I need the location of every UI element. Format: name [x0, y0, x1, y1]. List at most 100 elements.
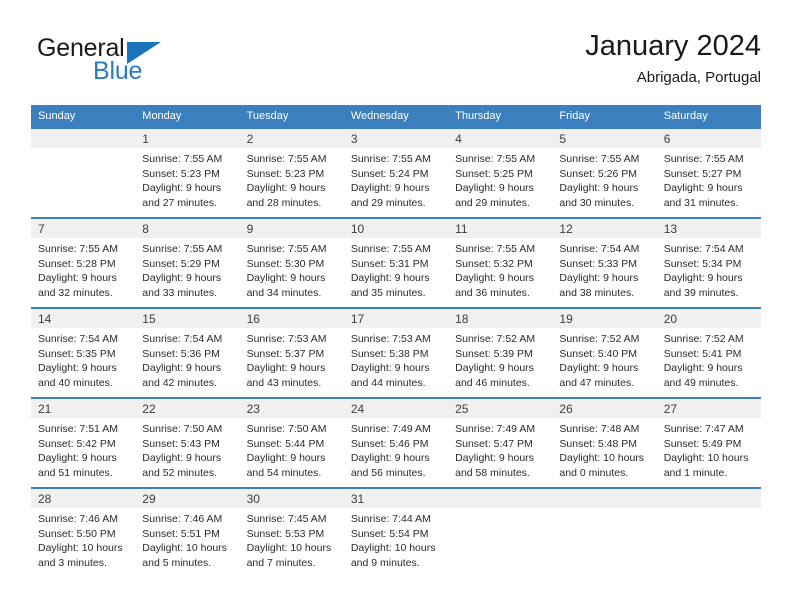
day-number: 3: [343, 129, 449, 148]
day-details: Sunrise: 7:54 AM Sunset: 5:33 PM Daylight:…: [552, 238, 656, 300]
calendar-day-cell[interactable]: 9 Sunrise: 7:55 AM Sunset: 5:30 PM Daylight…: [239, 217, 344, 308]
sunset-time: Sunset: 5:42 PM: [38, 437, 116, 450]
sunset-time: Sunset: 5:48 PM: [559, 437, 638, 450]
calendar-day-cell[interactable]: 20 Sunrise: 7:52 AM Sunset: 5:41 PM Dayligh…: [656, 307, 761, 398]
sunset-time: Sunset: 5:46 PM: [350, 437, 429, 450]
calendar-day-cell[interactable]: 3 Sunrise: 7:55 AM Sunset: 5:24 PM Daylight…: [343, 127, 449, 218]
day-cell-inner: 7 Sunrise: 7:55 AM Sunset: 5:28 PM Daylight…: [31, 219, 136, 307]
daylight-duration: Daylight: 9 hours and 27 minutes.: [142, 182, 222, 209]
calendar-day-cell[interactable]: 17 Sunrise: 7:53 AM Sunset: 5:38 PM Dayligh…: [343, 307, 449, 398]
calendar-day-cell[interactable]: 10 Sunrise: 7:55 AM Sunset: 5:31 PM Dayligh…: [343, 217, 449, 308]
calendar-day-cell[interactable]: 14 Sunrise: 7:54 AM Sunset: 5:35 PM Dayligh…: [31, 307, 136, 398]
daylight-duration: Daylight: 9 hours and 30 minutes.: [559, 182, 639, 209]
calendar-day-cell[interactable]: 11 Sunrise: 7:55 AM Sunset: 5:32 PM Dayligh…: [448, 217, 553, 308]
day-details: Sunrise: 7:54 AM Sunset: 5:36 PM Daylight:…: [135, 328, 239, 390]
calendar-day-cell[interactable]: 2 Sunrise: 7:55 AM Sunset: 5:23 PM Daylight…: [239, 127, 344, 218]
day-number: 31: [343, 489, 449, 508]
sunrise-time: Sunrise: 7:55 AM: [455, 153, 536, 165]
calendar-day-cell[interactable]: 6 Sunrise: 7:55 AM Sunset: 5:27 PM Daylight…: [656, 127, 761, 218]
calendar-day-cell[interactable]: 23 Sunrise: 7:50 AM Sunset: 5:44 PM Dayligh…: [239, 397, 344, 488]
day-cell-inner: 19 Sunrise: 7:52 AM Sunset: 5:40 PM Dayligh…: [552, 309, 657, 397]
title-block: January 2024 Abrigada, Portugal: [585, 28, 761, 89]
day-details: Sunrise: 7:55 AM Sunset: 5:31 PM Daylight:…: [344, 238, 448, 300]
day-number: 10: [343, 219, 449, 238]
sunset-time: Sunset: 5:53 PM: [246, 527, 325, 540]
calendar-day-cell[interactable]: 31 Sunrise: 7:44 AM Sunset: 5:54 PM Dayligh…: [343, 487, 449, 577]
calendar-day-cell[interactable]: 19 Sunrise: 7:52 AM Sunset: 5:40 PM Dayligh…: [552, 307, 657, 398]
calendar-day-cell[interactable]: 28 Sunrise: 7:46 AM Sunset: 5:50 PM Dayligh…: [31, 487, 136, 577]
calendar-day-cell[interactable]: 4 Sunrise: 7:55 AM Sunset: 5:25 PM Daylight…: [448, 127, 553, 218]
location-subtitle: Abrigada, Portugal: [636, 69, 761, 86]
day-details: Sunrise: 7:55 AM Sunset: 5:25 PM Daylight:…: [448, 148, 552, 210]
day-details: Sunrise: 7:44 AM Sunset: 5:54 PM Daylight:…: [344, 508, 448, 570]
calendar-day-cell[interactable]: 16 Sunrise: 7:53 AM Sunset: 5:37 PM Dayligh…: [239, 307, 344, 398]
calendar-day-cell[interactable]: 30 Sunrise: 7:45 AM Sunset: 5:53 PM Dayligh…: [239, 487, 344, 577]
day-details: Sunrise: 7:55 AM Sunset: 5:30 PM Daylight:…: [240, 238, 344, 300]
sunset-time: Sunset: 5:38 PM: [350, 347, 429, 360]
weekday-header-friday: Friday: [552, 105, 657, 128]
day-number: 19: [552, 309, 657, 328]
sunrise-time: Sunrise: 7:52 AM: [559, 333, 640, 345]
sunset-time: Sunset: 5:50 PM: [38, 527, 116, 540]
weekday-header-wednesday: Wednesday: [343, 105, 449, 128]
day-cell-inner: 20 Sunrise: 7:52 AM Sunset: 5:41 PM Dayligh…: [656, 309, 761, 397]
day-cell-inner: 27 Sunrise: 7:47 AM Sunset: 5:49 PM Dayligh…: [656, 399, 761, 487]
calendar-week-row: 14 Sunrise: 7:54 AM Sunset: 5:35 PM Dayligh…: [31, 307, 761, 398]
day-number: [552, 489, 657, 508]
calendar-day-cell[interactable]: 1 Sunrise: 7:55 AM Sunset: 5:23 PM Daylight…: [135, 127, 240, 218]
brand-logo[interactable]: General Blue: [31, 34, 261, 90]
day-details: Sunrise: 7:54 AM Sunset: 5:34 PM Daylight:…: [657, 238, 761, 300]
calendar-day-cell[interactable]: 22 Sunrise: 7:50 AM Sunset: 5:43 PM Dayligh…: [135, 397, 240, 488]
day-number: 8: [135, 219, 240, 238]
calendar-day-cell[interactable]: 24 Sunrise: 7:49 AM Sunset: 5:46 PM Dayligh…: [343, 397, 449, 488]
day-number: 5: [552, 129, 657, 148]
daylight-duration: Daylight: 9 hours and 36 minutes.: [455, 272, 534, 299]
day-number: 16: [239, 309, 344, 328]
day-number: 17: [343, 309, 449, 328]
sunrise-time: Sunrise: 7:54 AM: [38, 333, 118, 345]
sunrise-time: Sunrise: 7:55 AM: [350, 243, 431, 255]
daylight-duration: Daylight: 9 hours and 42 minutes.: [142, 362, 222, 389]
sunrise-time: Sunrise: 7:55 AM: [663, 153, 744, 165]
day-details: Sunrise: 7:47 AM Sunset: 5:49 PM Daylight:…: [657, 418, 761, 480]
calendar-day-cell[interactable]: 27 Sunrise: 7:47 AM Sunset: 5:49 PM Dayligh…: [656, 397, 761, 488]
daylight-duration: Daylight: 9 hours and 44 minutes.: [350, 362, 430, 389]
day-cell-inner: 16 Sunrise: 7:53 AM Sunset: 5:37 PM Dayligh…: [239, 309, 344, 397]
calendar-day-cell[interactable]: 15 Sunrise: 7:54 AM Sunset: 5:36 PM Dayligh…: [135, 307, 240, 398]
day-number: 22: [135, 399, 240, 418]
calendar-day-cell[interactable]: 25 Sunrise: 7:49 AM Sunset: 5:47 PM Dayligh…: [448, 397, 553, 488]
calendar-day-cell[interactable]: 26 Sunrise: 7:48 AM Sunset: 5:48 PM Dayligh…: [552, 397, 657, 488]
calendar-day-cell[interactable]: 13 Sunrise: 7:54 AM Sunset: 5:34 PM Dayligh…: [656, 217, 761, 308]
daylight-duration: Daylight: 10 hours and 7 minutes.: [246, 542, 332, 569]
page-title: January 2024: [585, 30, 761, 62]
day-cell-inner: 28 Sunrise: 7:46 AM Sunset: 5:50 PM Dayligh…: [31, 489, 136, 577]
day-cell-inner: 15 Sunrise: 7:54 AM Sunset: 5:36 PM Dayligh…: [135, 309, 240, 397]
calendar-week-row: 7 Sunrise: 7:55 AM Sunset: 5:28 PM Daylight…: [31, 217, 761, 308]
calendar-day-cell[interactable]: 8 Sunrise: 7:55 AM Sunset: 5:29 PM Daylight…: [135, 217, 240, 308]
day-cell-inner: 31 Sunrise: 7:44 AM Sunset: 5:54 PM Dayligh…: [343, 489, 449, 577]
sunrise-time: Sunrise: 7:51 AM: [38, 423, 118, 435]
calendar-day-cell[interactable]: 7 Sunrise: 7:55 AM Sunset: 5:28 PM Daylight…: [31, 217, 136, 308]
calendar-day-cell[interactable]: 18 Sunrise: 7:52 AM Sunset: 5:39 PM Dayligh…: [448, 307, 553, 398]
sunset-time: Sunset: 5:34 PM: [663, 257, 742, 270]
calendar-day-cell[interactable]: 21 Sunrise: 7:51 AM Sunset: 5:42 PM Dayligh…: [31, 397, 136, 488]
day-number: 26: [552, 399, 657, 418]
day-number: 23: [239, 399, 344, 418]
daylight-duration: Daylight: 9 hours and 40 minutes.: [38, 362, 117, 389]
daylight-duration: Daylight: 9 hours and 38 minutes.: [559, 272, 639, 299]
calendar-day-cell[interactable]: 29 Sunrise: 7:46 AM Sunset: 5:51 PM Dayligh…: [135, 487, 240, 577]
day-cell-inner: 12 Sunrise: 7:54 AM Sunset: 5:33 PM Dayligh…: [552, 219, 657, 307]
calendar-day-cell[interactable]: 5 Sunrise: 7:55 AM Sunset: 5:26 PM Daylight…: [552, 127, 657, 218]
sunrise-time: Sunrise: 7:55 AM: [559, 153, 640, 165]
sunset-time: Sunset: 5:23 PM: [246, 167, 325, 180]
daylight-duration: Daylight: 9 hours and 49 minutes.: [663, 362, 743, 389]
day-number: 13: [656, 219, 761, 238]
calendar-day-cell-empty: [552, 487, 657, 577]
day-cell-inner: 6 Sunrise: 7:55 AM Sunset: 5:27 PM Daylight…: [656, 129, 761, 217]
sunrise-time: Sunrise: 7:55 AM: [38, 243, 118, 255]
calendar-day-cell-empty: [656, 487, 761, 577]
day-cell-inner: 8 Sunrise: 7:55 AM Sunset: 5:29 PM Daylight…: [135, 219, 240, 307]
sunset-time: Sunset: 5:37 PM: [246, 347, 325, 360]
day-number: [656, 489, 761, 508]
calendar-day-cell[interactable]: 12 Sunrise: 7:54 AM Sunset: 5:33 PM Dayligh…: [552, 217, 657, 308]
